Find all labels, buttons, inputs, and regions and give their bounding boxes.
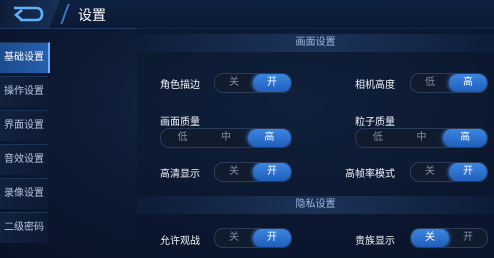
particle-quality-low-option[interactable]: 低 — [356, 129, 400, 147]
camera-height-low-option[interactable]: 低 — [411, 74, 449, 92]
particle-quality-label: 粒子质量 — [355, 117, 395, 128]
high-fps-mode-switch[interactable]: 关 开 — [410, 162, 488, 182]
sidebar-item-interface-settings[interactable]: 界面设置 — [0, 110, 48, 141]
sidebar: 基础设置 操作设置 界面设置 音效设置 录像设置 二级密码 — [0, 42, 50, 258]
camera-height-switch[interactable]: 低 高 — [410, 73, 488, 93]
character-outline-switch[interactable]: 关 开 — [214, 73, 292, 93]
graphics-quality-low-option[interactable]: 低 — [161, 129, 204, 147]
high-fps-mode-off-option[interactable]: 关 — [411, 163, 449, 181]
graphics-quality-high-option[interactable]: 高 — [247, 129, 291, 147]
allow-spectate-label: 允许观战 — [160, 236, 200, 247]
noble-display-label: 贵族显示 — [355, 236, 395, 247]
character-outline-off-option[interactable]: 关 — [215, 74, 253, 92]
back-button[interactable] — [0, 0, 60, 28]
high-fps-mode-on-option[interactable]: 开 — [449, 163, 487, 181]
sidebar-item-control-settings[interactable]: 操作设置 — [0, 76, 48, 107]
noble-display-on-option[interactable]: 开 — [449, 229, 487, 247]
back-arrow-icon — [13, 6, 44, 22]
particle-quality-selector[interactable]: 低 中 高 — [355, 128, 488, 148]
page-title: 设置 — [78, 8, 106, 24]
section-header-graphics: 画面设置 — [137, 34, 494, 52]
sidebar-item-secondary-password[interactable]: 二级密码 — [0, 212, 48, 243]
graphics-quality-label: 画面质量 — [160, 117, 200, 128]
camera-height-high-option[interactable]: 高 — [449, 74, 487, 92]
noble-display-switch[interactable]: 关 开 — [410, 228, 488, 248]
sidebar-item-replay-settings[interactable]: 录像设置 — [0, 178, 48, 209]
graphics-quality-medium-option[interactable]: 中 — [204, 129, 247, 147]
camera-height-label: 相机高度 — [355, 80, 395, 91]
top-bar: 设置 — [0, 0, 494, 29]
section-header-privacy: 隐私设置 — [137, 196, 494, 214]
sidebar-item-basic-settings[interactable]: 基础设置 — [0, 42, 50, 73]
hd-display-on-option[interactable]: 开 — [253, 163, 291, 181]
graphics-quality-selector[interactable]: 低 中 高 — [160, 128, 292, 148]
hd-display-label: 高清显示 — [160, 169, 200, 180]
hd-display-switch[interactable]: 关 开 — [214, 162, 292, 182]
particle-quality-medium-option[interactable]: 中 — [400, 129, 444, 147]
particle-quality-high-option[interactable]: 高 — [443, 129, 487, 147]
allow-spectate-switch[interactable]: 关 开 — [214, 228, 292, 248]
character-outline-on-option[interactable]: 开 — [253, 74, 291, 92]
sidebar-item-sound-settings[interactable]: 音效设置 — [0, 144, 48, 175]
hd-display-off-option[interactable]: 关 — [215, 163, 253, 181]
character-outline-label: 角色描边 — [160, 80, 200, 91]
high-fps-mode-label: 高帧率模式 — [345, 169, 395, 180]
allow-spectate-on-option[interactable]: 开 — [253, 229, 291, 247]
title-divider — [60, 4, 70, 24]
noble-display-off-option[interactable]: 关 — [411, 229, 449, 247]
allow-spectate-off-option[interactable]: 关 — [215, 229, 253, 247]
